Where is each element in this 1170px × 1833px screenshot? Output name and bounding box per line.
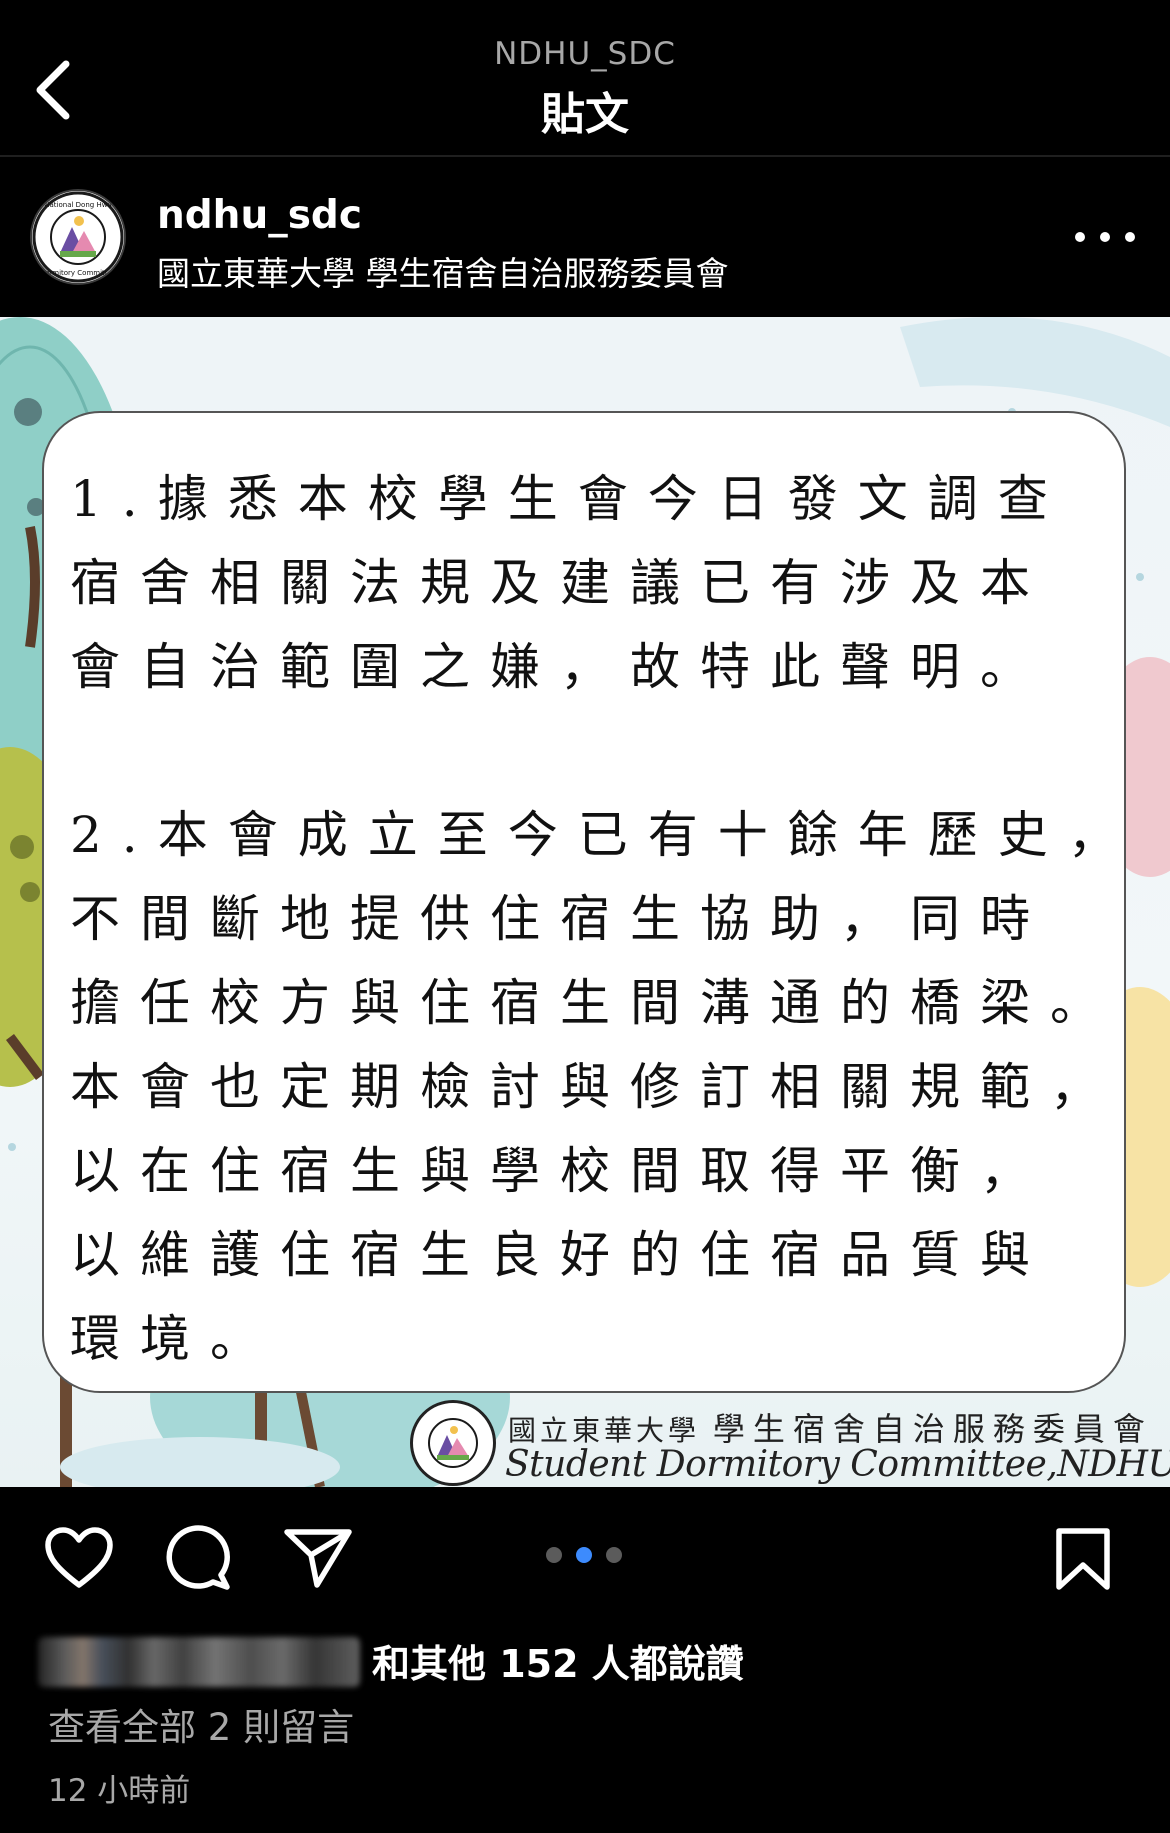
- statement-line: 本會也定期檢討與修訂相關規範，: [70, 1058, 1120, 1116]
- carousel-dot-active: [576, 1547, 592, 1563]
- statement-line: 不間斷地提供住宿生協助，同時: [70, 890, 1050, 948]
- post-actions: [0, 1487, 1170, 1637]
- likes-row[interactable]: 和其他 152 人都說讚: [0, 1633, 1170, 1693]
- more-options-button[interactable]: [1075, 217, 1135, 257]
- footer-university: 國立東華大學: [508, 1414, 701, 1447]
- blurred-liker-names: [38, 1637, 360, 1687]
- footer-committee: 學生宿舍自治服務委員會: [712, 1410, 1153, 1448]
- statement-line: 會自治範圍之嫌，故特此聲明。: [70, 638, 1050, 696]
- like-button[interactable]: [44, 1527, 114, 1593]
- statement-line: 1.據悉本校學生會今日發文調查: [70, 470, 1068, 528]
- view-comments-link[interactable]: 查看全部 2 則留言: [48, 1697, 354, 1751]
- post-timestamp: 12 小時前: [48, 1773, 191, 1809]
- heart-icon: [45, 1527, 113, 1588]
- statement-line: 以在住宿生與學校間取得平衡，: [70, 1142, 1050, 1200]
- statement-line: 擔任校方與住宿生間溝通的橋梁。: [70, 974, 1120, 1032]
- footer-logo: [410, 1400, 496, 1486]
- carousel-indicator: [546, 1547, 622, 1563]
- top-bar: NDHU_SDC 貼文: [0, 0, 1170, 155]
- post-username[interactable]: ndhu_sdc: [157, 193, 362, 238]
- send-icon: [284, 1529, 352, 1588]
- statement-line: 2.本會成立至今已有十餘年歷史，: [70, 806, 1138, 864]
- statement-line: 環境。: [70, 1310, 280, 1368]
- statement-text: 1.據悉本校學生會今日發文調查 宿舍相關法規及建議已有涉及本 會自治範圍之嫌，故…: [70, 457, 1138, 1381]
- svg-text:National Dong Hwa: National Dong Hwa: [44, 201, 111, 209]
- post-subtitle: 國立東華大學 學生宿舍自治服務委員會: [157, 254, 729, 293]
- dormitory-logo-icon: National Dong Hwa Dormitory Committee: [32, 191, 124, 283]
- comment-icon: [166, 1525, 230, 1590]
- avatar[interactable]: National Dong Hwa Dormitory Committee: [30, 189, 126, 285]
- share-button[interactable]: [283, 1527, 353, 1593]
- post-image[interactable]: 1.據悉本校學生會今日發文調查 宿舍相關法規及建議已有涉及本 會自治範圍之嫌，故…: [0, 317, 1170, 1487]
- more-horizontal-icon: [1075, 232, 1085, 242]
- carousel-dot: [546, 1547, 562, 1563]
- likes-count: 和其他 152 人都說讚: [372, 1642, 744, 1686]
- bookmark-icon: [1056, 1528, 1110, 1590]
- footer-organization-english: Student Dormitory Committee,NDHU: [505, 1444, 1170, 1485]
- page-title: 貼文: [541, 89, 629, 140]
- svg-text:Dormitory Committee: Dormitory Committee: [40, 269, 116, 277]
- account-name: NDHU_SDC: [494, 36, 676, 72]
- statement-line: 以維護住宿生良好的住宿品質與: [70, 1226, 1050, 1284]
- comment-button[interactable]: [165, 1525, 231, 1595]
- carousel-dot: [606, 1547, 622, 1563]
- statement-line: 宿舍相關法規及建議已有涉及本: [70, 554, 1050, 612]
- dormitory-logo-icon: [428, 1418, 478, 1468]
- save-button[interactable]: [1055, 1527, 1111, 1595]
- post-header: National Dong Hwa Dormitory Committee nd…: [0, 157, 1170, 317]
